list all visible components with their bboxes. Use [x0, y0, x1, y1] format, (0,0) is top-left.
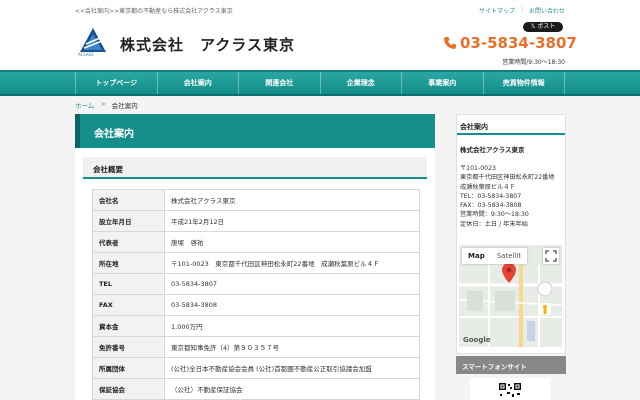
row-value: 1,000万円: [164, 315, 420, 337]
nav-properties[interactable]: 売買物件情報: [484, 72, 565, 94]
row-value: 東京都知事免許（4）第９０３５７号: [164, 336, 420, 358]
breadcrumb-home[interactable]: ホーム: [75, 100, 94, 110]
phone-icon: [444, 37, 456, 49]
row-label: 保証協会: [92, 378, 165, 400]
table-row: 代表者 庚塚 啓祐: [92, 231, 420, 253]
sidebar-tel: TEL：03-5834-3807: [460, 192, 522, 200]
table-row: 保証協会 （公社）不動産保証協会: [92, 378, 420, 400]
table-row: TEL 03-5834-3807: [92, 273, 420, 295]
section-heading: 会社概要: [83, 157, 427, 179]
sidebar-info: 〒101-0023 東京都千代田区神田松永町22番地 成瀬秋葉原ビル４Ｆ TEL…: [460, 164, 564, 229]
row-value: (公社)全日本不動産協会会員 (公社)首都圏不動産公正取引協議会加盟: [164, 357, 420, 379]
map-pan-control: [537, 281, 553, 297]
row-value: 平成21年2月12日: [164, 210, 420, 232]
company-profile-table: 会社名 株式会社アクラス東京 設立年月日 平成21年2月12日 代表者 庚塚 啓祐 所…: [92, 189, 420, 400]
header: ACLASS 株式会社 アクラス東京 𝕏 ポスト 03-5834-3807 営業…: [0, 18, 640, 70]
row-label: 代表者: [92, 231, 165, 253]
row-value: 株式会社アクラス東京: [164, 189, 420, 211]
table-row: 所属団体 (公社)全日本不動産協会会員 (公社)首都圏不動産公正取引協議会加盟: [92, 357, 420, 379]
row-label: 所属団体: [92, 357, 165, 379]
top-links: サイトマップ | お問い合わせ: [479, 6, 565, 15]
nav-business[interactable]: 事業案内: [402, 72, 484, 94]
phone-text: 03-5834-3807: [460, 34, 577, 52]
main-content: 会社案内 会社概要 会社名 株式会社アクラス東京 設立年月日 平成21年2月12日 …: [75, 114, 435, 400]
sidebar-hours: 営業時間：9:30～18:30: [460, 211, 529, 219]
row-value: （公社）不動産保証協会: [164, 378, 420, 400]
nav-top[interactable]: トップページ: [75, 72, 158, 94]
page-title: 会社案内: [75, 114, 435, 148]
row-value: 03-5834-3808: [164, 294, 420, 316]
google-map[interactable]: Map Satellit Google: [459, 245, 562, 347]
nav-philosophy[interactable]: 企業理念: [321, 72, 402, 94]
row-value: 〒101-0023 東京都千代田区神田松永町22番地 成瀬秋葉原ビル４Ｆ: [164, 252, 420, 274]
map-type-tabs: Map Satellit: [462, 248, 528, 264]
table-row: FAX 03-5834-3808: [92, 294, 420, 316]
row-value: 03-5834-3807: [164, 273, 420, 295]
main-nav: トップページ 会社案内 関連会社 企業理念 事業案内 売買物件情報: [0, 70, 640, 96]
sidebar-holidays: 定休日：土日 / 年末年始: [460, 220, 528, 228]
smartphone-site-heading: スマートフォンサイト: [456, 356, 566, 374]
row-label: 所在地: [92, 252, 165, 274]
row-label: 設立年月日: [92, 210, 165, 232]
table-row: 資本金 1,000万円: [92, 315, 420, 337]
site-tagline: <<会社案内>>東京都の不動産なら株式会社アクラス東京: [75, 8, 233, 15]
x-post-label: ポスト: [537, 23, 556, 30]
x-post-button[interactable]: 𝕏 ポスト: [523, 22, 563, 32]
link-divider: |: [520, 6, 523, 13]
row-label: TEL: [92, 273, 165, 295]
logo-text: ACLASS: [78, 52, 94, 57]
nav-company[interactable]: 会社案内: [158, 72, 239, 94]
nav-related[interactable]: 関連会社: [239, 72, 321, 94]
row-label: FAX: [92, 294, 165, 316]
sidebar: 会社案内 株式会社アクラス東京 〒101-0023 東京都千代田区神田松永町22…: [456, 114, 566, 354]
breadcrumb-current: 会社案内: [111, 102, 138, 110]
sidebar-zip: 〒101-0023: [460, 165, 496, 172]
sidebar-title: 会社案内: [457, 115, 565, 135]
google-logo: Google: [463, 336, 491, 344]
phone-number[interactable]: 03-5834-3807: [443, 34, 577, 52]
table-row: 会社名 株式会社アクラス東京: [92, 189, 420, 211]
sidebar-address: 東京都千代田区神田松永町22番地 成瀬秋葉原ビル４Ｆ: [460, 174, 561, 191]
contact-link[interactable]: お問い合わせ: [529, 6, 565, 15]
breadcrumb-separator: >: [100, 100, 106, 108]
table-row: 設立年月日 平成21年2月12日: [92, 210, 420, 232]
business-hours: 営業時間/9:30～18:30: [502, 59, 565, 66]
qr-code-icon: [470, 378, 550, 400]
row-value: 庚塚 啓祐: [164, 231, 420, 253]
company-name[interactable]: 株式会社 アクラス東京: [120, 34, 295, 55]
fullscreen-icon[interactable]: [543, 248, 559, 264]
sidebar-fax: FAX：03-5834-3808: [460, 202, 522, 210]
table-row: 免許番号 東京都知事免許（4）第９０３５７号: [92, 336, 420, 358]
row-label: 免許番号: [92, 336, 165, 358]
row-label: 会社名: [92, 189, 165, 211]
sitemap-link[interactable]: サイトマップ: [479, 6, 515, 15]
table-row: 所在地 〒101-0023 東京都千代田区神田松永町22番地 成瀬秋葉原ビル４Ｆ: [92, 252, 420, 274]
map-tab-satellite[interactable]: Satellit: [491, 248, 527, 264]
top-bar: <<会社案内>>東京都の不動産なら株式会社アクラス東京 サイトマップ | お問い…: [0, 0, 640, 18]
row-label: 資本金: [92, 315, 165, 337]
sidebar-company: 株式会社アクラス東京: [460, 146, 525, 154]
breadcrumb: ホーム > 会社案内: [75, 100, 138, 110]
map-tab-map[interactable]: Map: [462, 248, 491, 264]
